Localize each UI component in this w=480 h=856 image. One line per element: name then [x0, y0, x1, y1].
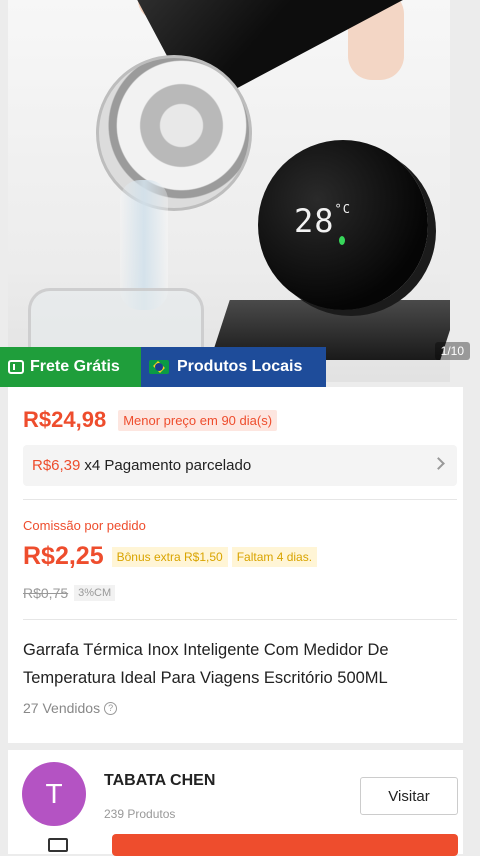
current-price: R$24,98: [23, 407, 107, 432]
price-row: R$24,98 Menor preço em 90 dia(s): [23, 407, 278, 433]
days-left-badge: Faltam 4 dias.: [231, 546, 318, 567]
chevron-right-icon: [432, 457, 445, 470]
local-products-badge: Produtos Locais: [141, 347, 326, 387]
shipping-icon: [8, 360, 24, 374]
chat-icon[interactable]: [48, 838, 68, 852]
sold-text: 27 Vendidos: [23, 700, 101, 716]
free-shipping-badge: Frete Grátis: [0, 347, 141, 387]
bonus-badge: Bônus extra R$1,50: [111, 546, 228, 567]
shop-card: T TABATA CHEN 239 Produtos Visitar: [8, 750, 463, 856]
avatar[interactable]: T: [22, 762, 86, 826]
shop-name[interactable]: TABATA CHEN: [104, 772, 215, 790]
image-counter: 1/10: [434, 342, 470, 360]
product-title: Garrafa Térmica Inox Inteligente Com Med…: [23, 641, 389, 687]
installment-text: x4 Pagamento parcelado: [84, 457, 252, 474]
indicator-icon: [339, 236, 345, 245]
old-commission-row: R$0,75 3%CM: [23, 585, 116, 601]
help-icon[interactable]: ?: [104, 701, 118, 715]
sold-count: 27 Vendidos ?: [23, 700, 118, 716]
free-shipping-label: Frete Grátis: [30, 358, 120, 375]
visit-button[interactable]: Visitar: [360, 777, 458, 815]
brazil-flag-icon: [149, 360, 169, 374]
local-products-label: Produtos Locais: [177, 358, 303, 375]
buy-button[interactable]: [112, 834, 458, 856]
commission-row: R$2,25 Bônus extra R$1,50 Faltam 4 dias.: [23, 542, 318, 571]
temperature-display: 28°C: [294, 202, 351, 240]
old-commission: R$0,75: [23, 585, 69, 601]
installment-row[interactable]: R$6,39 x4 Pagamento parcelado: [23, 445, 457, 486]
commission-value: R$2,25: [23, 542, 104, 570]
commission-label: Comissão por pedido: [23, 518, 146, 533]
product-image[interactable]: 28°C: [8, 0, 450, 382]
divider: [23, 619, 457, 620]
commission-rate: 3%CM: [74, 585, 116, 601]
installment-amount: R$6,39: [32, 457, 81, 474]
product-info-card: R$24,98 Menor preço em 90 dia(s) R$6,39 …: [8, 387, 463, 743]
divider: [23, 499, 457, 500]
bottle-mouth: [96, 55, 252, 211]
shop-product-count: 239 Produtos: [104, 807, 176, 821]
lowest-price-badge: Menor preço em 90 dia(s): [118, 409, 278, 431]
